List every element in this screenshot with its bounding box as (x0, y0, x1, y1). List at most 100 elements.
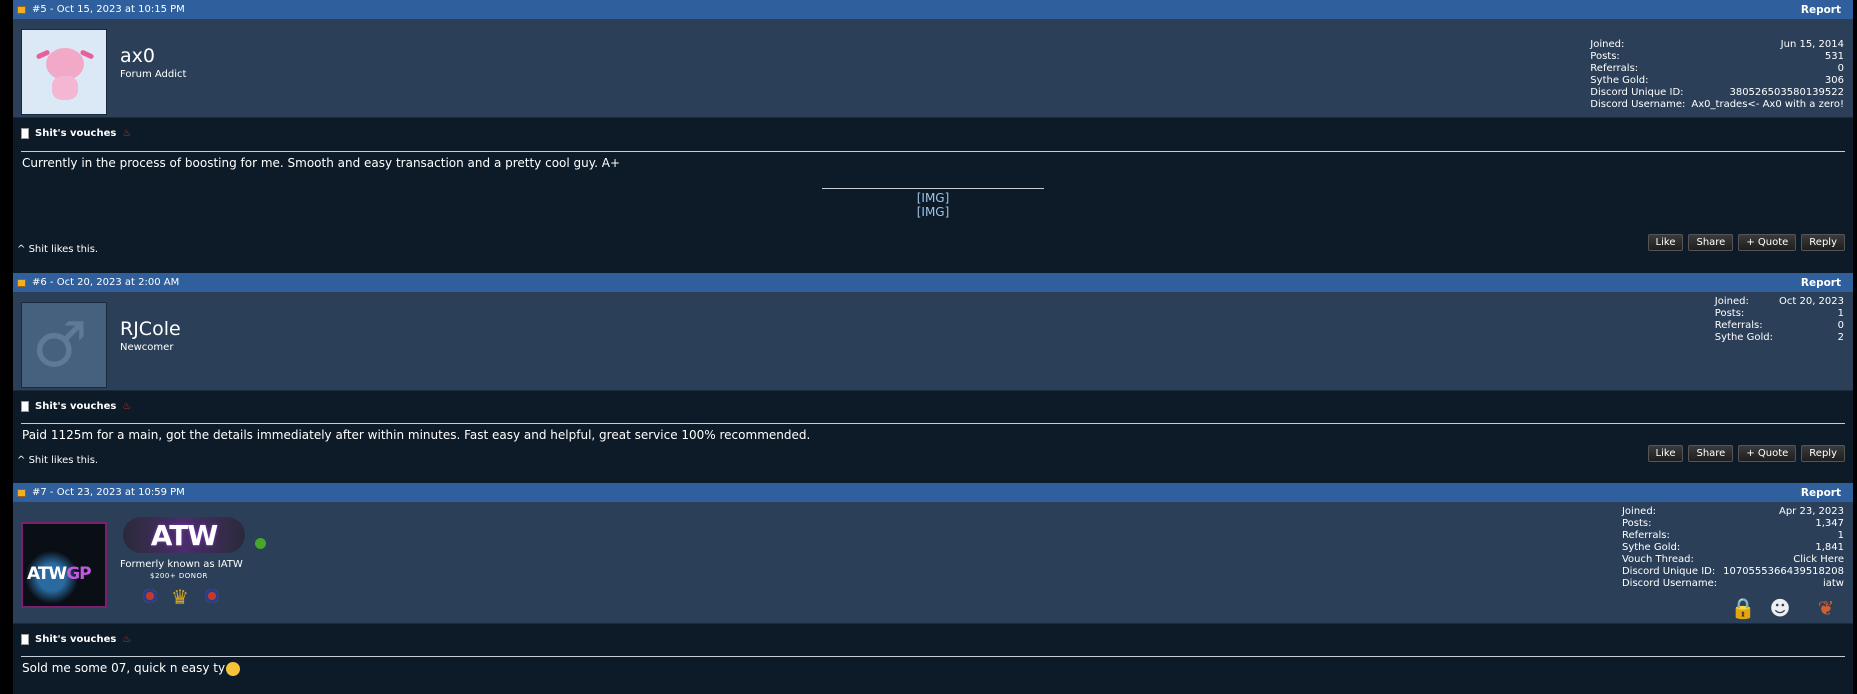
share-button[interactable]: Share (1688, 445, 1734, 462)
divider (21, 423, 1845, 424)
donor-badge: $200+ DONOR (150, 572, 208, 580)
post-permalink[interactable]: #5 - Oct 15, 2023 at 10:15 PM (32, 4, 185, 15)
broken-image-2[interactable]: [IMG] (13, 205, 1853, 219)
stat-value: 1 (1837, 308, 1844, 319)
vouch-thread-link[interactable]: Click Here (1723, 554, 1844, 566)
stat-label: Posts: (1714, 308, 1745, 319)
username[interactable]: ax0 (120, 45, 155, 67)
report-link[interactable]: Report (1801, 4, 1841, 16)
likes-marker: ^ (17, 244, 26, 255)
squirrel-icon: ❦ (1817, 596, 1835, 620)
stat-label: Referrals: (1621, 530, 1670, 541)
stat-value: 531 (1824, 51, 1844, 62)
stat-label: Sythe Gold: (1590, 75, 1649, 86)
stat-value: 1070555366439518208 (1723, 566, 1844, 577)
user-stats: Joined: Jun 15, 2014 Posts: 531 Referrals:… (1590, 39, 1844, 111)
post-content: Shit's vouches ♨ Currently in the proces… (13, 118, 1853, 274)
share-button[interactable]: Share (1688, 234, 1734, 251)
flame-icon: ♨ (122, 128, 132, 139)
male-symbol-icon: ♂ (32, 308, 88, 381)
avatar[interactable]: ♂ (21, 302, 107, 388)
username-banner[interactable]: ATW (123, 517, 245, 553)
stat-label: Sythe Gold: (1714, 332, 1773, 343)
doc-icon (21, 634, 29, 645)
online-dot-icon (255, 538, 266, 549)
user-info-bar: ATWGP ATW Formerly known as IATW $200+ D… (13, 502, 1853, 624)
thread-title[interactable]: Shit's vouches (35, 128, 116, 139)
quote-button[interactable]: + Quote (1738, 234, 1797, 251)
likes-marker: ^ (17, 455, 26, 466)
thread-title[interactable]: Shit's vouches (35, 634, 116, 645)
reply-button[interactable]: Reply (1801, 445, 1845, 462)
post-header: #6 - Oct 20, 2023 at 2:00 AM Report (13, 273, 1853, 292)
stat-value: 1 (1837, 530, 1844, 541)
stat-label: Sythe Gold: (1621, 542, 1681, 553)
stat-value: 380526503580139522 (1729, 87, 1844, 98)
user-title: Newcomer (120, 342, 174, 353)
likes-text[interactable]: Shit likes this. (29, 455, 99, 466)
post-message: Paid 1125m for a main, got the details i… (22, 428, 811, 442)
stat-label: Referrals: (1590, 63, 1639, 74)
flame-icon: ♨ (122, 634, 132, 645)
user-title: Forum Addict (120, 69, 187, 80)
like-button[interactable]: Like (1647, 445, 1684, 462)
user-stats: Joined: Oct 20, 2023 Posts: 1 Referrals: 0 … (1715, 296, 1844, 344)
stat-label: Discord Unique ID: (1621, 566, 1716, 577)
post-icon (17, 5, 26, 14)
avatar[interactable]: ATWGP (21, 522, 107, 608)
likes-text[interactable]: Shit likes this. (29, 244, 99, 255)
user-info-bar: ♂ RJCole Newcomer Joined: Oct 20, 2023 Po… (13, 292, 1853, 391)
post-permalink[interactable]: #7 - Oct 23, 2023 at 10:59 PM (32, 487, 185, 498)
medal-icon (205, 589, 219, 603)
user-title: Formerly known as IATW (120, 559, 243, 570)
user-info-bar: ax0 Forum Addict Joined: Jun 15, 2014 Pos… (13, 19, 1853, 118)
stat-value: Apr 23, 2023 (1778, 506, 1844, 517)
stat-label: Referrals: (1714, 320, 1763, 331)
lock-icon: 🔒 (1730, 596, 1756, 620)
likes-summary: ^ Shit likes this. (17, 244, 98, 255)
post-content: Shit's vouches ♨ Paid 1125m for a main, … (13, 391, 1853, 483)
post-actions: Like Share + Quote Reply (1647, 234, 1845, 251)
post-message: Currently in the process of boosting for… (22, 156, 621, 170)
like-button[interactable]: Like (1647, 234, 1684, 251)
stat-label: Joined: (1714, 296, 1749, 307)
thread-link[interactable]: Shit's vouches ♨ (21, 634, 131, 645)
avatar[interactable] (21, 29, 107, 115)
quote-button[interactable]: + Quote (1738, 445, 1797, 462)
stat-value: 1,841 (1815, 542, 1844, 553)
stat-value: 0 (1837, 63, 1844, 74)
reply-button[interactable]: Reply (1801, 234, 1845, 251)
stat-label: Discord Username: (1590, 99, 1686, 110)
post-message-text: Sold me some 07, quick n easy ty (22, 661, 226, 675)
report-link[interactable]: Report (1801, 277, 1841, 289)
post-header: #7 - Oct 23, 2023 at 10:59 PM Report (13, 483, 1853, 502)
user-stats: Joined: Apr 23, 2023 Posts: 1,347 Referral… (1622, 506, 1844, 590)
post-5: #5 - Oct 15, 2023 at 10:15 PM Report ax0… (13, 0, 1853, 274)
thread-title[interactable]: Shit's vouches (35, 401, 116, 412)
broken-image-1: [IMG] (916, 191, 950, 205)
trophy-icon: ♛ (171, 585, 189, 609)
likes-summary: ^ Shit likes this. (17, 455, 98, 466)
stat-value: 2 (1837, 332, 1844, 343)
post-7: #7 - Oct 23, 2023 at 10:59 PM Report ATW… (13, 483, 1853, 694)
post-message: Sold me some 07, quick n easy ty (22, 661, 241, 676)
report-link[interactable]: Report (1801, 487, 1841, 499)
post-6: #6 - Oct 20, 2023 at 2:00 AM Report ♂ RJ… (13, 273, 1853, 483)
thread-link[interactable]: Shit's vouches ♨ (21, 401, 131, 412)
flame-icon: ♨ (122, 401, 132, 412)
post-actions: Like Share + Quote Reply (1647, 445, 1845, 462)
stat-value: Ax0_trades<- Ax0 with a zero! (1691, 99, 1844, 110)
stat-value: 1,347 (1815, 518, 1844, 529)
medal-icon (143, 589, 157, 603)
thread-link[interactable]: Shit's vouches ♨ (21, 128, 131, 139)
post-icon (17, 278, 26, 287)
username[interactable]: RJCole (120, 318, 181, 340)
post-header: #5 - Oct 15, 2023 at 10:15 PM Report (13, 0, 1853, 19)
spy-icon: ☻ (1769, 596, 1791, 620)
stat-label: Joined: (1590, 39, 1625, 50)
post-content: Shit's vouches ♨ Sold me some 07, quick … (13, 624, 1853, 694)
stat-value: 306 (1824, 75, 1844, 86)
doc-icon (21, 128, 29, 139)
post-permalink[interactable]: #6 - Oct 20, 2023 at 2:00 AM (32, 277, 179, 288)
stat-label: Vouch Thread: (1621, 554, 1694, 565)
